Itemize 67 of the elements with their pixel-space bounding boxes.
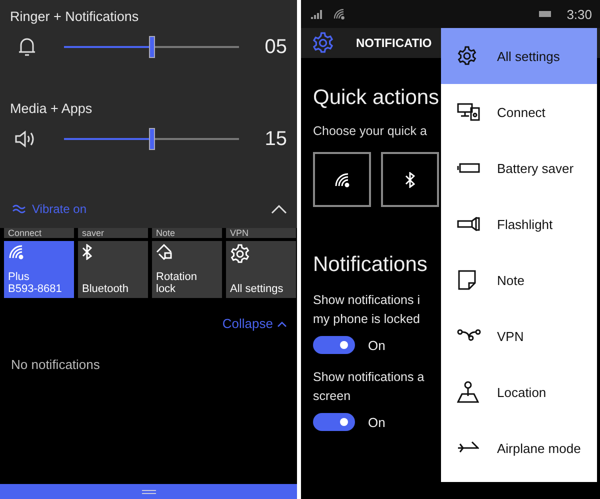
slider-thumb[interactable]: [148, 36, 154, 58]
wifi-icon: [334, 172, 350, 188]
quick-action-tile[interactable]: Bluetooth: [78, 241, 148, 298]
toggle-switch[interactable]: [313, 336, 355, 354]
bluetooth-icon: [405, 172, 415, 188]
wifi-icon: [8, 244, 24, 260]
clock: 3:30: [566, 6, 592, 22]
vpn-icon: [457, 328, 481, 344]
menu-item[interactable]: Location: [441, 364, 597, 420]
tile-label: Plus B593-8681: [8, 271, 63, 295]
option-label: my phone is locked: [313, 311, 420, 328]
settings-icon: [457, 46, 477, 66]
settings-icon: [230, 244, 250, 264]
collapse-link[interactable]: Collapse: [222, 316, 287, 331]
display-and-speaker-icon: [457, 102, 481, 122]
rotation-lock-icon: [156, 244, 172, 260]
quick-action-slot[interactable]: [313, 152, 371, 207]
battery-icon: [457, 162, 481, 174]
quick-action-slot[interactable]: [381, 152, 439, 207]
bluetooth-icon: [82, 244, 92, 260]
section-heading: Quick actions: [313, 86, 440, 110]
quick-action-tile[interactable]: All settings: [226, 241, 296, 298]
note-icon: [457, 269, 477, 291]
volume-reading: 15: [264, 128, 287, 150]
toggle-state: On: [368, 338, 386, 352]
tile-label[interactable]: VPN: [226, 228, 296, 238]
toggle-switch[interactable]: [313, 413, 355, 431]
tile-label[interactable]: saver: [78, 228, 148, 238]
collapse-caret-icon[interactable]: [271, 204, 287, 214]
slider-label: Ringer + Notifications: [10, 9, 139, 24]
tile-label: Rotation lock: [156, 271, 198, 295]
section-heading: Notifications: [313, 253, 428, 277]
menu-item[interactable]: Note: [441, 252, 597, 308]
wifi-icon: [333, 8, 345, 20]
volume-slider[interactable]: [64, 128, 239, 150]
menu-item[interactable]: Connect: [441, 84, 597, 140]
tile-label: All settings: [230, 283, 284, 295]
slider-label: Media + Apps: [10, 101, 92, 116]
volume-reading: 05: [264, 36, 287, 58]
tile-label[interactable]: Note: [152, 228, 222, 238]
option-label: screen: [313, 388, 351, 405]
volume-slider[interactable]: [64, 36, 239, 58]
vibrate-label: Vibrate on: [32, 202, 86, 216]
tile-label[interactable]: Connect: [4, 228, 74, 238]
signal-icon: [311, 10, 323, 18]
quick-action-tile[interactable]: Plus B593-8681: [4, 241, 74, 298]
menu-item[interactable]: VPN: [441, 308, 597, 364]
menu-item[interactable]: Flashlight: [441, 196, 597, 252]
settings-icon: [312, 32, 334, 54]
empty-message: No notifications: [11, 357, 100, 372]
menu-item[interactable]: All settings: [441, 28, 597, 84]
page-title: NOTIFICATIO: [356, 36, 432, 50]
tile-label: Bluetooth: [82, 283, 130, 295]
option-label: Show notifications i: [313, 292, 420, 309]
flashlight-icon: [457, 217, 481, 231]
quick-action-tile[interactable]: Rotation lock: [152, 241, 222, 298]
battery-icon: [538, 11, 551, 17]
menu-item[interactable]: Airplane mode: [441, 420, 597, 476]
location-pin-icon: [457, 381, 479, 403]
bell-icon: [18, 37, 36, 57]
slider-thumb[interactable]: [148, 128, 154, 150]
menu-item[interactable]: Battery saver: [441, 140, 597, 196]
vibrate-icon: [12, 203, 26, 215]
caret-icon: [277, 320, 287, 326]
section-hint: Choose your quick a: [313, 124, 427, 138]
toggle-state: On: [368, 414, 386, 430]
option-label: Show notifications a: [313, 369, 424, 386]
